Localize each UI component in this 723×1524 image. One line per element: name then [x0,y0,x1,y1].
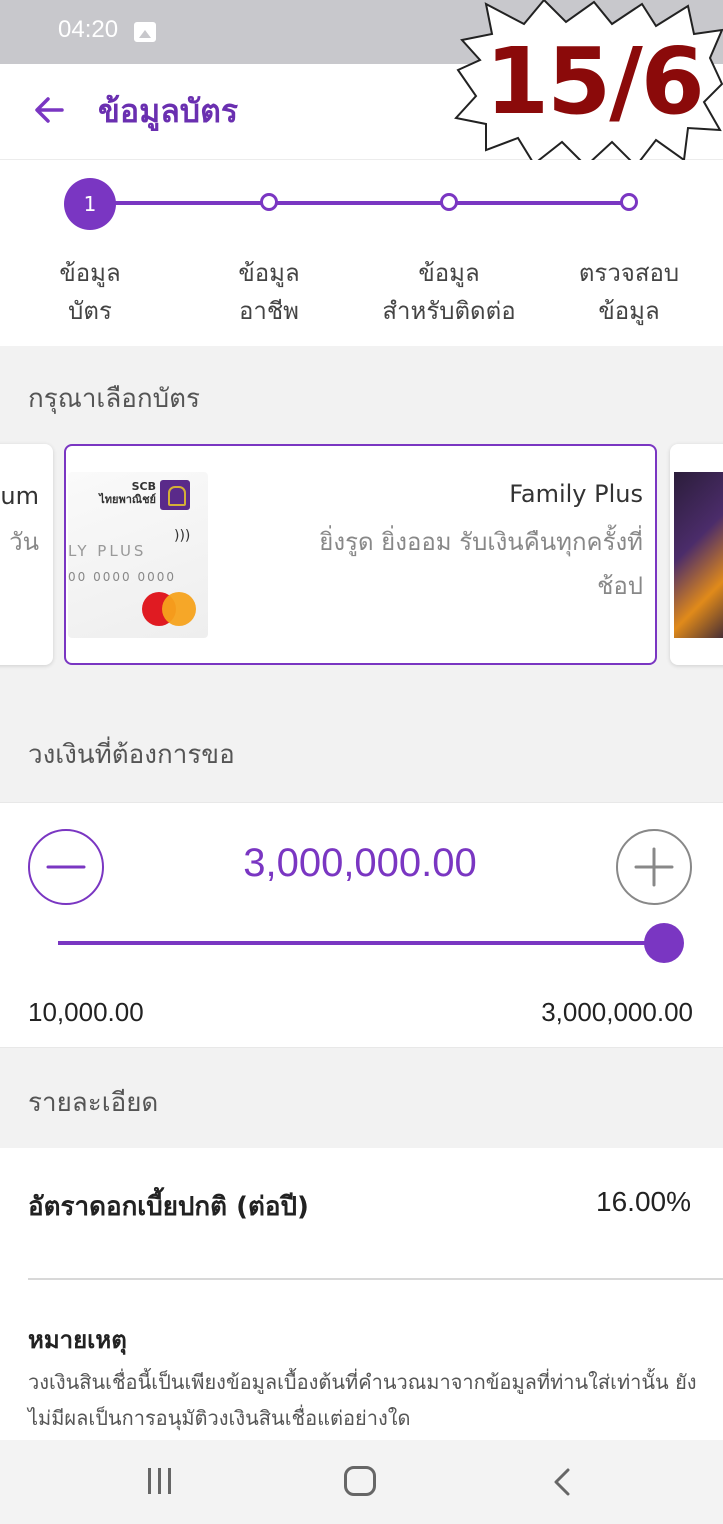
amount-heading: วงเงินที่ต้องการขอ [28,740,235,770]
details-heading: รายละเอียด [28,1088,159,1118]
card-bank-name-th: ไทยพาณิชย์ [99,493,156,506]
card-name: Family Plus [509,480,643,508]
amount-slider-track[interactable] [58,941,664,945]
date-badge-text: 15/6 [485,28,705,135]
home-icon[interactable] [344,1466,376,1496]
status-time: 04:20 [58,16,119,43]
arrow-left-icon[interactable] [30,90,70,130]
page-title: ข้อมูลบัตร [98,92,239,130]
amount-min-label: 10,000.00 [28,997,144,1027]
contactless-icon: ))) [174,528,191,544]
step-3-dot [440,193,458,211]
card-description: ยิ่งรูด ยิ่งออม รับเงินคืนทุกครั้งที่ช้อ… [319,528,643,600]
decrease-button[interactable] [28,829,104,905]
family-plus-card-image: SCB ไทยพาณิชย์ ))) LY PLUS 00 0000 0000 [68,472,208,638]
step-4-dot [620,193,638,211]
step-2-dot [260,193,278,211]
interest-label: อัตราดอกเบี้ยปกติ (ต่อปี) [28,1192,309,1222]
step-2-label: ข้อมูล อาชีพ [238,259,300,325]
progress-stepper: 1 ข้อมูล บัตร ข้อมูล อาชีพ ข้อมูล สำหรับ… [0,160,723,346]
amount-selector: 3,000,000.00 10,000.00 3,000,000.00 [0,802,723,1048]
amount-value[interactable]: 3,000,000.00 [160,841,560,886]
back-icon[interactable] [552,1468,574,1496]
card-print-text: LY PLUS [68,542,147,560]
card-option-next[interactable] [670,444,723,665]
step-1-dot: 1 [64,178,116,230]
prev-card-desc: วัน [9,528,39,556]
card-bank-name: SCB ไทยพาณิชย์ [96,480,156,506]
interest-row: อัตราดอกเบี้ยปกติ (ต่อปี) 16.00% [0,1148,723,1280]
recents-icon[interactable] [148,1468,174,1494]
card-bank-name-en: SCB [131,480,156,493]
details-section: รายละเอียด [0,1048,723,1148]
mastercard-logo-icon-right [162,592,196,626]
minus-icon [46,865,86,869]
prev-card-name: um [0,482,39,510]
card-section-heading: กรุณาเลือกบัตร [28,384,200,414]
step-3-label: ข้อมูล สำหรับติดต่อ [382,259,516,325]
amount-max-label: 3,000,000.00 [541,997,693,1027]
next-card-image [674,472,723,638]
card-option-family-plus[interactable]: SCB ไทยพาณิชย์ ))) LY PLUS 00 0000 0000 F… [64,444,657,665]
card-option-previous[interactable]: um วัน [0,444,53,665]
step-1-label: ข้อมูล บัตร [59,259,121,325]
system-nav-bar [0,1440,723,1524]
scb-logo-icon [160,480,190,510]
amount-slider-thumb[interactable] [644,923,684,963]
increase-button[interactable] [616,829,692,905]
interest-value: 16.00% [596,1186,691,1217]
card-number: 00 0000 0000 [68,570,176,584]
plus-icon [634,847,674,887]
stepper-line [90,201,630,205]
divider [28,1278,723,1280]
image-icon [134,22,156,42]
note-title: หมายเหตุ [28,1326,127,1354]
note-text: วงเงินสินเชื่อนี้เป็นเพียงข้อมูลเบื้องต้… [28,1370,697,1430]
step-4-label: ตรวจสอบ ข้อมูล [578,259,680,325]
